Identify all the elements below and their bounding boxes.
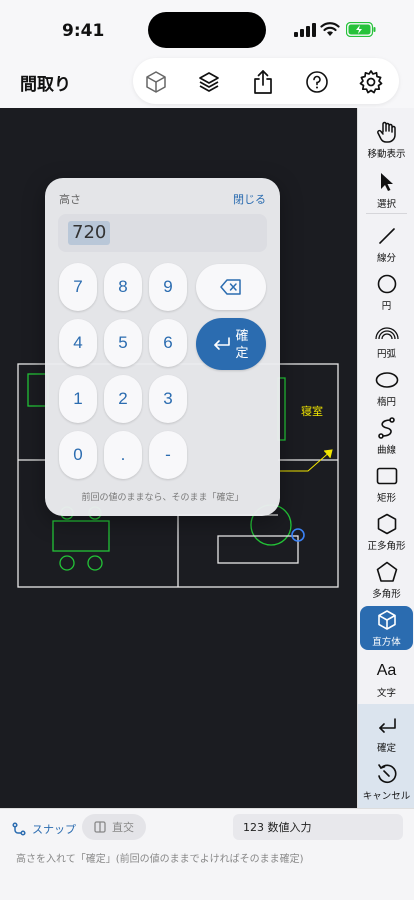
value-text: 720 — [68, 221, 111, 245]
wifi-icon — [320, 22, 340, 36]
key-8[interactable]: 8 — [104, 263, 142, 311]
cancel-action-label: キャンセル — [362, 791, 411, 802]
tool-cuboid-label: 直方体 — [372, 637, 401, 648]
hexagon-icon — [377, 513, 396, 535]
keypad-title: 高さ — [59, 193, 81, 206]
cancel-action-button[interactable]: キャンセル — [360, 760, 413, 808]
numeric-input-button[interactable]: 123 数値入力 — [233, 814, 403, 840]
bottom-bar: スナップ 直交 123 数値入力 高さを入れて「確定」(前回の値のままでよければ… — [0, 808, 414, 900]
tool-line[interactable]: 線分 — [360, 222, 413, 270]
key-1[interactable]: 1 — [59, 375, 97, 423]
key-5[interactable]: 5 — [104, 319, 142, 367]
confirm-button[interactable]: 確定 — [196, 318, 266, 370]
confirm-label: 確定 — [235, 328, 249, 360]
key-4[interactable]: 4 — [59, 319, 97, 367]
view-3d-button[interactable] — [141, 67, 171, 97]
help-button[interactable] — [302, 67, 332, 97]
tool-polygon-label: 多角形 — [372, 589, 401, 600]
tool-select[interactable]: 選択 — [360, 168, 413, 216]
tool-rect-label: 矩形 — [376, 493, 396, 504]
undo-circle-icon — [377, 764, 396, 784]
ortho-toggle[interactable]: 直交 — [82, 814, 146, 840]
key-0[interactable]: 0 — [59, 431, 97, 479]
tool-arc-label: 円弧 — [376, 349, 396, 360]
tool-curve[interactable]: 曲線 — [360, 414, 413, 462]
confirm-action-button[interactable]: 確定 — [360, 712, 413, 760]
help-icon — [306, 71, 328, 93]
tool-regular-polygon[interactable]: 正多角形 — [360, 510, 413, 558]
room-label: 寝室 — [301, 404, 323, 418]
tool-line-label: 線分 — [376, 253, 396, 264]
tool-circle-label: 円 — [381, 301, 392, 312]
page-title: 間取り — [20, 75, 71, 95]
share-button[interactable] — [248, 67, 278, 97]
tool-text[interactable]: Aa 文字 — [360, 657, 413, 705]
text-icon: Aa — [376, 662, 397, 679]
rail-divider — [366, 213, 407, 214]
snap-toggle[interactable]: スナップ — [12, 819, 76, 839]
return-icon — [378, 718, 396, 733]
key-6[interactable]: 6 — [149, 319, 187, 367]
chair — [87, 555, 103, 571]
tool-ellipse-label: 楕円 — [376, 397, 396, 408]
settings-button[interactable] — [356, 67, 386, 97]
tool-ellipse[interactable]: 楕円 — [360, 366, 413, 414]
tool-cuboid[interactable]: 直方体 — [360, 606, 413, 650]
tool-text-label: 文字 — [376, 688, 396, 699]
circle-icon — [377, 274, 396, 294]
table — [52, 520, 110, 552]
cube-icon — [146, 71, 166, 93]
chair — [59, 555, 75, 571]
snap-label: スナップ — [32, 823, 76, 836]
line-icon — [378, 228, 395, 244]
layers-button[interactable] — [194, 67, 224, 97]
key-3[interactable]: 3 — [149, 375, 187, 423]
backspace-icon — [220, 279, 241, 295]
tool-arc[interactable]: 円弧 — [360, 318, 413, 366]
return-icon — [214, 337, 230, 350]
status-time: 9:41 — [62, 21, 105, 41]
tool-rect[interactable]: 矩形 — [360, 462, 413, 510]
signal-icon — [294, 23, 316, 37]
keypad-hint: 前回の値のままなら、そのまま「確定」 — [81, 493, 244, 503]
key-9[interactable]: 9 — [149, 263, 187, 311]
instruction-text: 高さを入れて「確定」(前回の値のままでよければそのまま確定) — [16, 854, 304, 865]
battery-icon — [346, 22, 376, 37]
top-toolbar — [133, 58, 399, 104]
tool-select-label: 選択 — [376, 199, 396, 210]
layers-icon — [199, 72, 219, 92]
status-bar: 9:41 — [0, 0, 414, 56]
settings-icon — [359, 70, 383, 94]
app-header: 間取り — [0, 56, 414, 108]
backspace-button[interactable] — [196, 264, 266, 310]
snap-icon — [12, 822, 26, 836]
ortho-label: 直交 — [112, 821, 134, 834]
confirm-action-label: 確定 — [376, 743, 396, 754]
pentagon-icon — [376, 561, 397, 582]
arc-icon — [374, 327, 399, 340]
key-2[interactable]: 2 — [104, 375, 142, 423]
cursor-icon — [380, 173, 393, 191]
tool-circle[interactable]: 円 — [360, 270, 413, 318]
tool-polygon[interactable]: 多角形 — [360, 558, 413, 606]
cube-icon — [377, 610, 396, 630]
numeric-keypad-panel: 高さ 閉じる 720 7 8 9 4 5 6 確定 1 2 3 0 . - 前回… — [45, 178, 280, 516]
key-minus[interactable]: - — [149, 431, 187, 479]
dynamic-island — [148, 12, 266, 48]
share-icon — [254, 70, 272, 94]
tool-move[interactable]: 移動表示 — [360, 118, 413, 166]
tool-rail: 移動表示 選択 線分 円 円弧 楕円 曲線 矩形 正多角形 多角形 直方体 Aa… — [357, 108, 414, 808]
key-decimal[interactable]: . — [104, 431, 142, 479]
value-display[interactable]: 720 — [58, 214, 267, 252]
ortho-icon — [94, 821, 106, 833]
ellipse-icon — [375, 372, 398, 388]
tool-regular-polygon-label: 正多角形 — [367, 541, 406, 552]
key-7[interactable]: 7 — [59, 263, 97, 311]
close-button[interactable]: 閉じる — [233, 191, 266, 207]
hand-icon — [376, 121, 396, 143]
tool-curve-label: 曲線 — [376, 445, 396, 456]
tool-move-label: 移動表示 — [367, 149, 406, 160]
rectangle-icon — [376, 467, 397, 485]
curve-icon — [377, 417, 395, 439]
